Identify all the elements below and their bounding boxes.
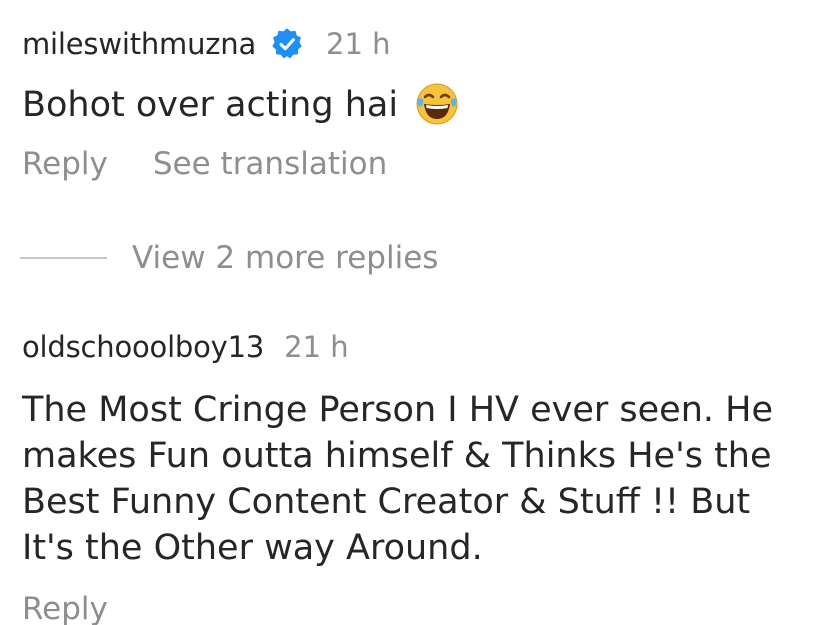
divider-line <box>20 257 107 259</box>
comment-username[interactable]: mileswithmuzna <box>22 27 256 61</box>
comment-timestamp: 21 h <box>284 330 349 364</box>
see-translation-button[interactable]: See translation <box>153 146 387 182</box>
comment-username[interactable]: oldschooolboy13 <box>22 330 264 364</box>
reply-button[interactable]: Reply <box>22 146 108 182</box>
comment-actions: Reply <box>22 591 805 625</box>
comment-text: The Most Cringe Person I HV ever seen. H… <box>22 390 773 568</box>
comment-item: oldschooolboy13 21 h The Most Cringe Per… <box>22 325 805 625</box>
view-more-replies-button[interactable]: View 2 more replies <box>20 240 438 276</box>
comment-meta: oldschooolboy13 21 h <box>22 325 805 369</box>
view-more-replies-label: View 2 more replies <box>132 240 439 276</box>
reply-button[interactable]: Reply <box>22 591 108 625</box>
comment-thread: mileswithmuzna 21 h Bohot over acting ha… <box>0 0 825 625</box>
face-with-tears-of-joy-icon <box>415 82 459 126</box>
comment-actions: Reply See translation <box>22 146 805 182</box>
comment-text-body: Bohot over acting hai <box>22 85 399 125</box>
comment-text: Bohot over acting hai <box>22 82 805 128</box>
comment-timestamp: 21 h <box>326 27 391 61</box>
verified-badge-icon <box>270 27 304 61</box>
comment-item: mileswithmuzna 21 h Bohot over acting ha… <box>22 22 805 182</box>
comment-meta: mileswithmuzna 21 h <box>22 22 805 66</box>
